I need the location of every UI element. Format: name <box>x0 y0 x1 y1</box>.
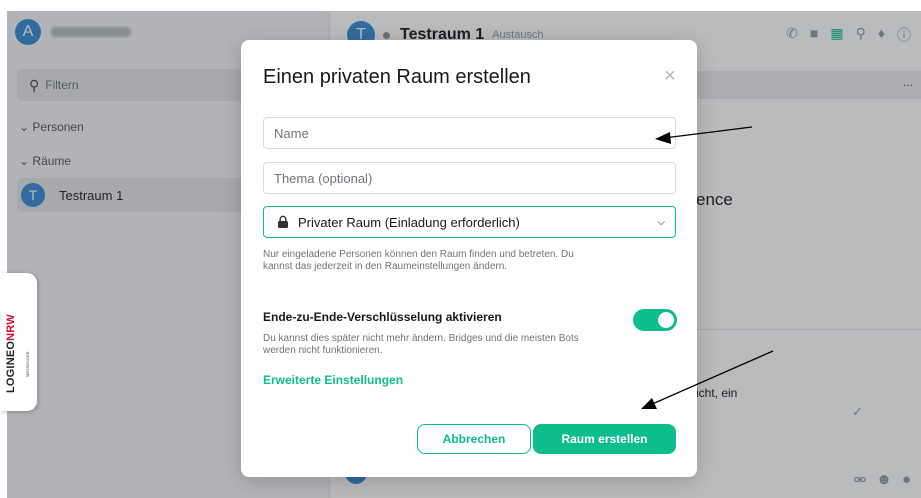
logo-subtitle: MESSENGER <box>25 351 30 377</box>
cancel-button[interactable]: Abbrechen <box>417 424 531 454</box>
visibility-select[interactable]: Privater Raum (Einladung erforderlich) ⌵ <box>263 206 676 238</box>
logineo-badge[interactable]: LOGINEONRW MESSENGER <box>0 273 37 411</box>
dialog-title: Einen privaten Raum erstellen <box>263 66 531 88</box>
e2e-label: Ende-zu-Ende-Verschlüsselung aktivieren <box>263 310 502 324</box>
room-topic-input[interactable] <box>263 162 676 194</box>
visibility-selected-value: Privater Raum (Einladung erforderlich) <box>298 214 520 230</box>
e2e-description: Du kannst dies später nicht mehr ändern.… <box>263 333 579 356</box>
close-icon[interactable]: × <box>660 66 680 86</box>
create-room-button[interactable]: Raum erstellen <box>533 424 676 454</box>
toggle-knob <box>658 312 674 328</box>
room-name-input[interactable] <box>263 117 676 149</box>
logo-part2: NRW <box>5 314 17 341</box>
e2e-toggle[interactable] <box>633 309 677 331</box>
lock-icon <box>278 215 288 228</box>
logineo-logo: LOGINEONRW <box>5 314 17 393</box>
chevron-down-icon: ⌵ <box>657 216 665 228</box>
visibility-description: Nur eingeladene Personen können den Raum… <box>263 249 574 272</box>
create-room-dialog: Einen privaten Raum erstellen × Privater… <box>241 40 697 477</box>
logo-part1: LOGINEO <box>5 340 17 393</box>
advanced-settings-link[interactable]: Erweiterte Einstellungen <box>263 373 403 387</box>
